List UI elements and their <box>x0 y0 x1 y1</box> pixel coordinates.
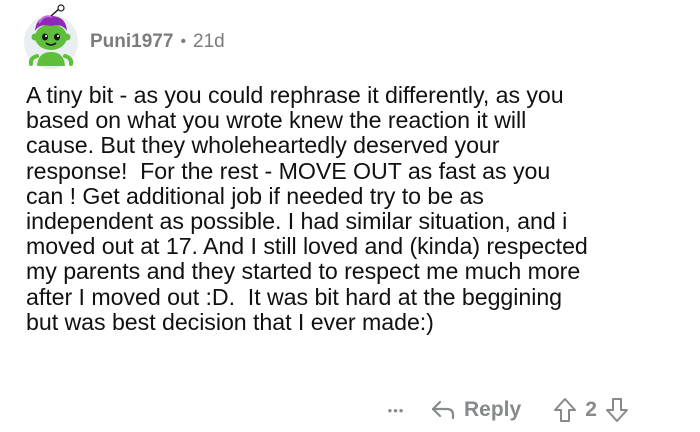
vote-controls: 2 <box>553 397 629 423</box>
comment-meta: Puni1977 • 21d <box>90 31 225 53</box>
comment-actions: ••• Reply 2 <box>380 393 629 427</box>
vote-count: 2 <box>585 398 597 421</box>
meta-separator: • <box>180 33 187 50</box>
more-options-button[interactable]: ••• <box>380 394 412 426</box>
reply-button[interactable]: Reply <box>430 398 521 422</box>
comment: Puni1977 • 21d A tiny bit - as you could… <box>0 0 700 432</box>
downvote-arrow-icon[interactable] <box>605 397 629 423</box>
comment-header: Puni1977 • 21d <box>22 4 225 72</box>
upvote-arrow-icon[interactable] <box>553 397 577 423</box>
reply-label: Reply <box>464 398 522 421</box>
avatar-icon <box>24 4 78 69</box>
avatar[interactable] <box>22 4 80 72</box>
username-link[interactable]: Puni1977 <box>90 31 173 53</box>
comment-body: A tiny bit - as you could rephrase it di… <box>26 82 588 335</box>
reply-arrow-icon <box>431 400 455 420</box>
more-options-icon: ••• <box>387 402 405 418</box>
comment-age: 21d <box>193 31 225 52</box>
